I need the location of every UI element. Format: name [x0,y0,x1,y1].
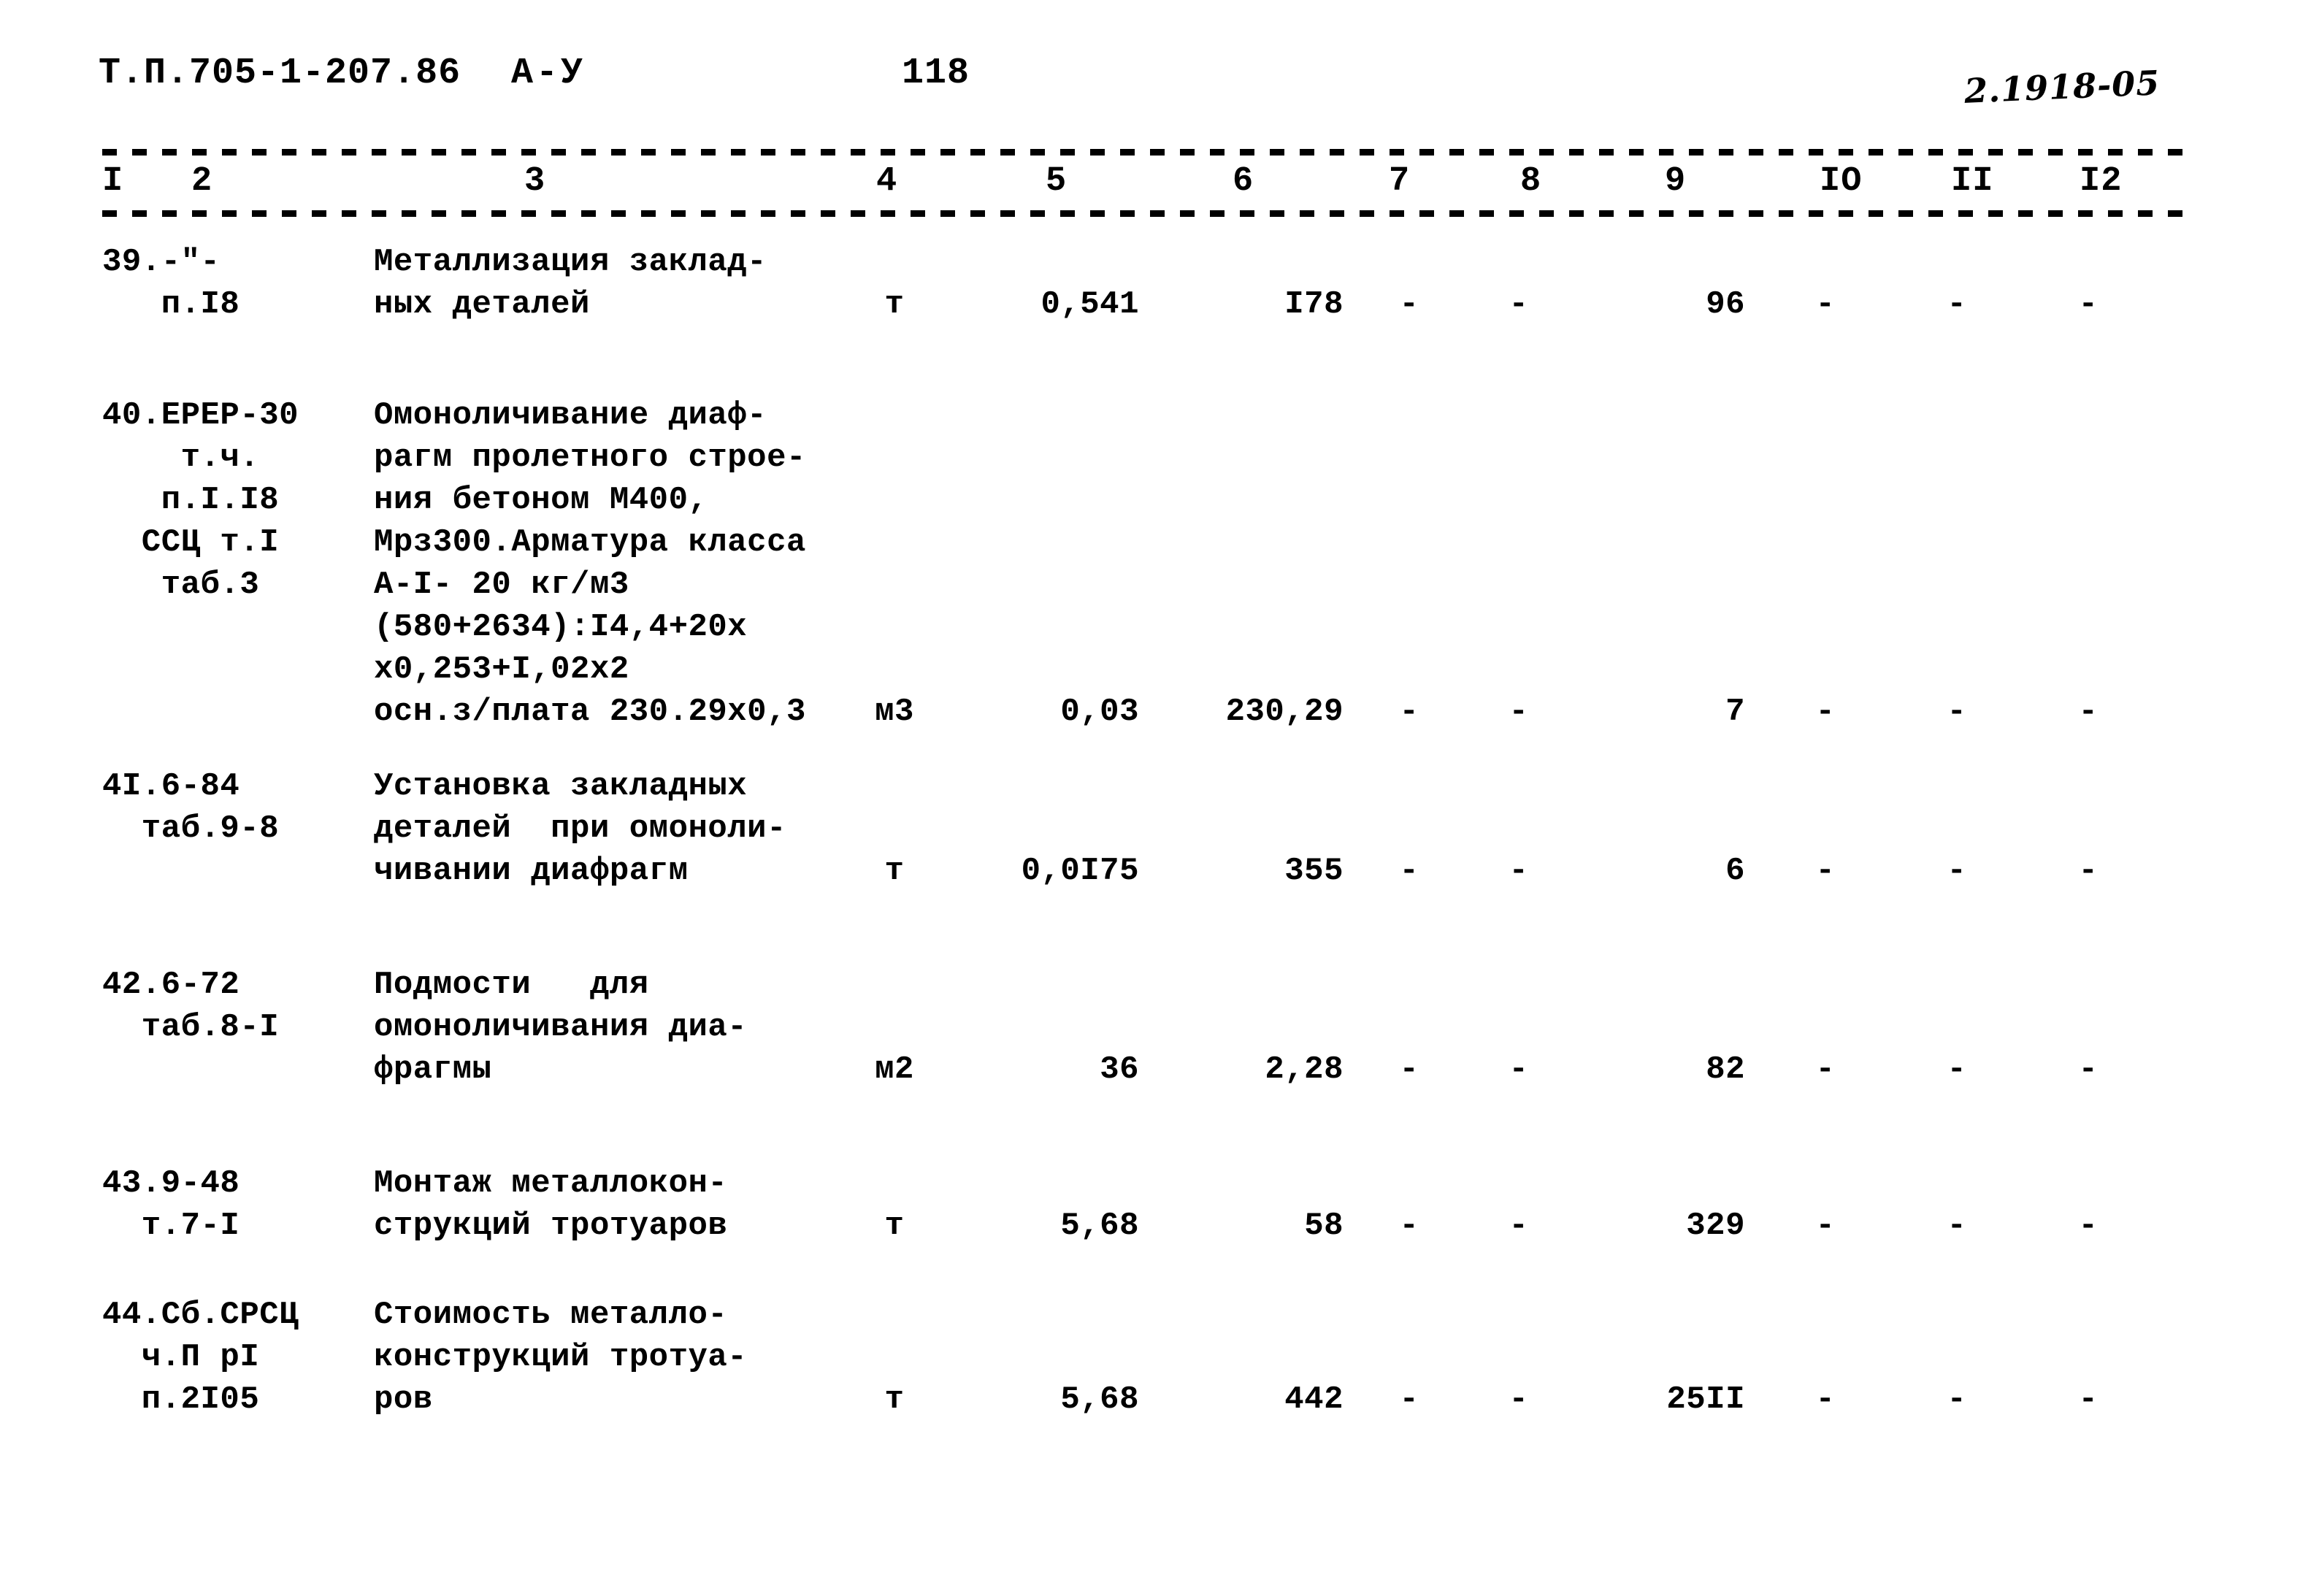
table-bottom-dashed-rule [102,210,2191,217]
row-col7: - [1399,1381,1419,1418]
row-total: 25II [1666,1381,1745,1418]
row-unit-cost: 442 [1284,1381,1344,1418]
album-label: А-У [511,53,586,94]
row-quantity: 0,03 [1060,694,1139,730]
row-unit: м3 [875,694,914,730]
row-col12: - [2078,1208,2099,1244]
column-number-1: I [102,162,124,201]
column-number-6: 6 [1233,162,1254,201]
row-quantity: 5,68 [1060,1381,1139,1418]
column-number-2: 2 [191,162,213,201]
row-name: Металлизация заклад- ных деталей [374,244,767,323]
row-col8: - [1509,1381,1529,1418]
row-col12: - [2078,694,2099,730]
row-unit-cost: 2,28 [1265,1051,1344,1088]
column-number-8: 8 [1520,162,1542,201]
row-unit: т [884,853,905,889]
row-col12: - [2078,1051,2099,1088]
column-number-5: 5 [1046,162,1068,201]
row-code: 4I.6-84 таб.9-8 [102,768,280,847]
row-unit: т [884,1208,905,1244]
column-number-3: 3 [524,162,546,201]
row-col11: - [1947,1381,1967,1418]
row-col7: - [1399,1051,1419,1088]
row-name: Омоноличивание диаф- рагм пролетного стр… [374,397,806,730]
column-number-10: IO [1820,162,1863,201]
row-col12: - [2078,286,2099,323]
row-quantity: 36 [1100,1051,1139,1088]
row-col10: - [1815,853,1836,889]
row-col11: - [1947,694,1967,730]
row-col11: - [1947,1208,1967,1244]
row-col7: - [1399,853,1419,889]
row-col8: - [1509,1208,1529,1244]
row-col10: - [1815,1051,1836,1088]
column-number-4: 4 [876,162,898,201]
document-header: Т.П.705-1-207.86 А-У 118 2.1918-05 [0,53,2311,111]
row-total: 329 [1686,1208,1745,1244]
row-total: 6 [1725,853,1745,889]
row-col8: - [1509,1051,1529,1088]
table-top-dashed-rule [102,149,2191,156]
row-total: 96 [1706,286,1745,323]
page-number: 118 [902,53,970,94]
row-col10: - [1815,1381,1836,1418]
row-quantity: 0,0I75 [1021,853,1139,889]
row-col8: - [1509,694,1529,730]
document-code: Т.П.705-1-207.86 [99,53,461,94]
row-col12: - [2078,1381,2099,1418]
row-col12: - [2078,853,2099,889]
row-col10: - [1815,694,1836,730]
row-code: 43.9-48 т.7-I [102,1165,240,1244]
row-col8: - [1509,853,1529,889]
row-name: Монтаж металлокон- струкций тротуаров [374,1165,728,1244]
row-total: 7 [1725,694,1745,730]
row-unit-cost: 58 [1304,1208,1344,1244]
column-number-7: 7 [1389,162,1411,201]
row-col11: - [1947,853,1967,889]
row-col7: - [1399,286,1419,323]
row-name: Подмости для омоноличивания диа- фрагмы [374,967,748,1088]
scanned-document-page: Т.П.705-1-207.86 А-У 118 2.1918-05 I 2 3… [0,0,2311,1596]
row-code: 42.6-72 таб.8-I [102,967,280,1046]
column-number-11: II [1951,162,1994,201]
row-unit-cost: 230,29 [1225,694,1344,730]
row-col7: - [1399,1208,1419,1244]
row-unit: м2 [875,1051,914,1088]
row-code: 39.-"- п.I8 [102,244,240,323]
column-number-12: I2 [2080,162,2123,201]
row-unit-cost: 355 [1284,853,1344,889]
row-name: Установка закладных деталей при омоноли-… [374,768,786,889]
archive-stamp: 2.1918-05 [1963,63,2161,111]
column-number-row: I 2 3 4 5 6 7 8 9 IO II I2 [0,162,2311,209]
row-total: 82 [1706,1051,1745,1088]
row-name: Стоимость металло- конструкций тротуа- р… [374,1297,748,1418]
row-code: 40.ЕРЕР-30 т.ч. п.I.I8 ССЦ т.I таб.3 [102,397,299,603]
row-quantity: 5,68 [1060,1208,1139,1244]
row-code: 44.Сб.СРСЦ ч.П рI п.2I05 [102,1297,299,1418]
row-col11: - [1947,286,1967,323]
row-col10: - [1815,286,1836,323]
row-col7: - [1399,694,1419,730]
row-unit: т [884,1381,905,1418]
row-unit-cost: I78 [1284,286,1344,323]
column-number-9: 9 [1665,162,1687,201]
row-col10: - [1815,1208,1836,1244]
row-quantity: 0,541 [1040,286,1139,323]
row-col8: - [1509,286,1529,323]
row-col11: - [1947,1051,1967,1088]
row-unit: т [884,286,905,323]
